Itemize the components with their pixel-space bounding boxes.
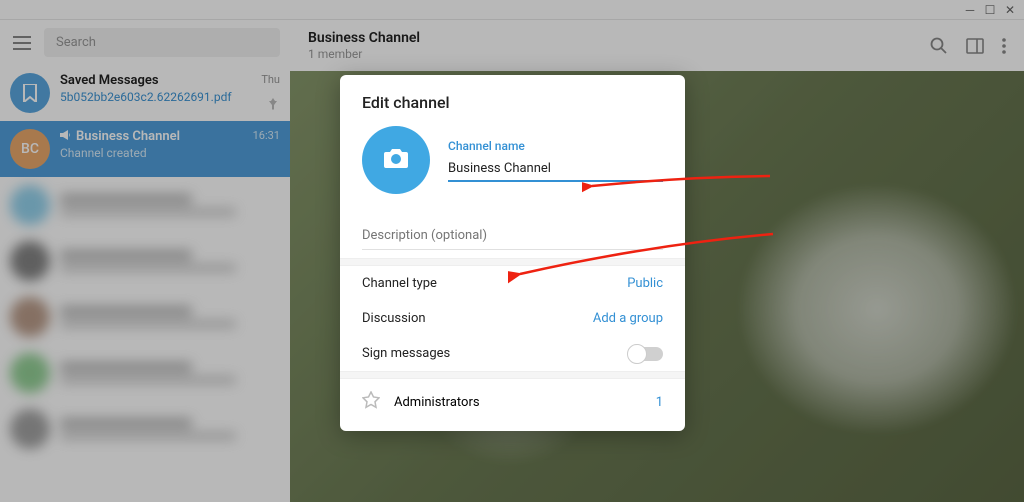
channel-type-row[interactable]: Channel type Public bbox=[362, 266, 663, 301]
setting-value: Public bbox=[627, 276, 663, 291]
setting-label: Discussion bbox=[362, 311, 426, 326]
channel-photo-button[interactable] bbox=[362, 126, 430, 194]
camera-icon bbox=[382, 146, 410, 174]
description-input[interactable] bbox=[362, 222, 663, 250]
administrators-count: 1 bbox=[656, 395, 663, 410]
administrators-row[interactable]: Administrators 1 bbox=[362, 379, 663, 413]
setting-value: Add a group bbox=[593, 311, 663, 326]
channel-name-input[interactable] bbox=[448, 157, 663, 182]
sign-messages-toggle[interactable] bbox=[629, 347, 663, 361]
setting-label: Channel type bbox=[362, 276, 437, 291]
dialog-title: Edit channel bbox=[340, 75, 685, 126]
sign-messages-row: Sign messages bbox=[362, 336, 663, 371]
discussion-row[interactable]: Discussion Add a group bbox=[362, 301, 663, 336]
divider bbox=[340, 258, 685, 266]
setting-label: Sign messages bbox=[362, 346, 450, 361]
divider bbox=[340, 371, 685, 379]
administrators-label: Administrators bbox=[394, 395, 480, 410]
edit-channel-dialog: Edit channel Channel name Channel type P… bbox=[340, 75, 685, 431]
star-icon bbox=[362, 391, 380, 413]
channel-name-label: Channel name bbox=[448, 139, 663, 153]
